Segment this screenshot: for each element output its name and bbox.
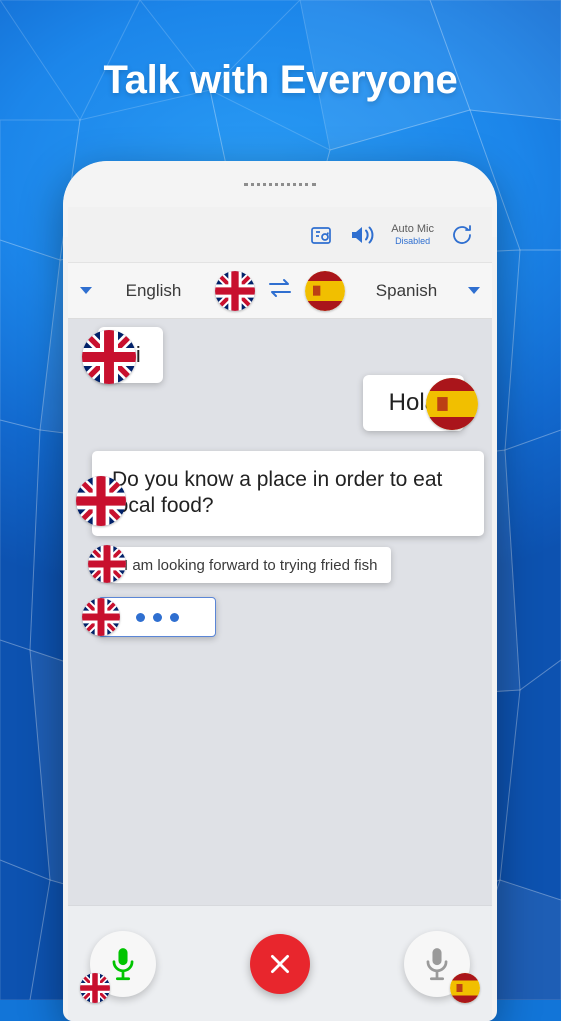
uk-flag-source[interactable] [215, 270, 255, 311]
phone-speaker-grill [244, 183, 316, 188]
app-toolbar: Auto Mic Disabled [68, 207, 492, 263]
chat-bubble-question[interactable]: Do you know a place in order to eat loca… [92, 451, 484, 536]
microphone-icon [426, 947, 448, 980]
swap-icon[interactable] [267, 277, 293, 305]
chat-area: Hi Hola Do you know a place in order to … [68, 319, 492, 875]
spain-flag-target[interactable] [305, 270, 345, 311]
uk-flag-avatar [82, 330, 136, 384]
close-icon [271, 954, 289, 973]
speaker-icon[interactable] [349, 223, 375, 247]
microphone-icon [112, 947, 134, 980]
chat-bubble-text: Do you know a place in order to eat loca… [112, 468, 443, 518]
screenshot-icon[interactable] [309, 223, 333, 247]
page-title: Talk with Everyone [103, 58, 458, 102]
spain-flag-avatar [426, 378, 478, 430]
uk-flag-avatar [76, 476, 126, 526]
microphone-button-spanish[interactable] [404, 930, 480, 1003]
typing-dot [169, 612, 179, 622]
chevron-down-icon-left[interactable] [80, 287, 92, 294]
language-selector-bar: English Spanish [68, 263, 492, 319]
refresh-icon[interactable] [450, 223, 474, 247]
auto-mic-state: Disabled [395, 235, 431, 246]
typing-dot [152, 612, 162, 622]
chevron-down-icon-right[interactable] [468, 287, 480, 294]
close-button[interactable] [250, 933, 310, 994]
uk-flag-badge [80, 972, 110, 1003]
chat-bubble-text: I am looking forward to trying fried fis… [124, 556, 378, 574]
app-bottom-bar [68, 905, 492, 1021]
uk-flag-avatar [88, 545, 126, 583]
phone-mockup: Auto Mic Disabled English Spanish Hola D… [63, 161, 497, 1021]
typing-dot [135, 612, 145, 622]
target-language-label[interactable]: Spanish [345, 281, 468, 301]
spain-flag-badge [450, 972, 480, 1003]
uk-flag-avatar [82, 598, 120, 636]
microphone-button-english[interactable] [80, 930, 156, 1003]
source-language-label[interactable]: English [92, 281, 215, 301]
app-screen: Auto Mic Disabled English Spanish Hola D… [68, 207, 492, 1021]
chat-bubble-fried-fish[interactable]: I am looking forward to trying fried fis… [110, 547, 392, 583]
auto-mic-label: Auto Mic [391, 223, 434, 235]
auto-mic-status[interactable]: Auto Mic Disabled [391, 223, 434, 246]
